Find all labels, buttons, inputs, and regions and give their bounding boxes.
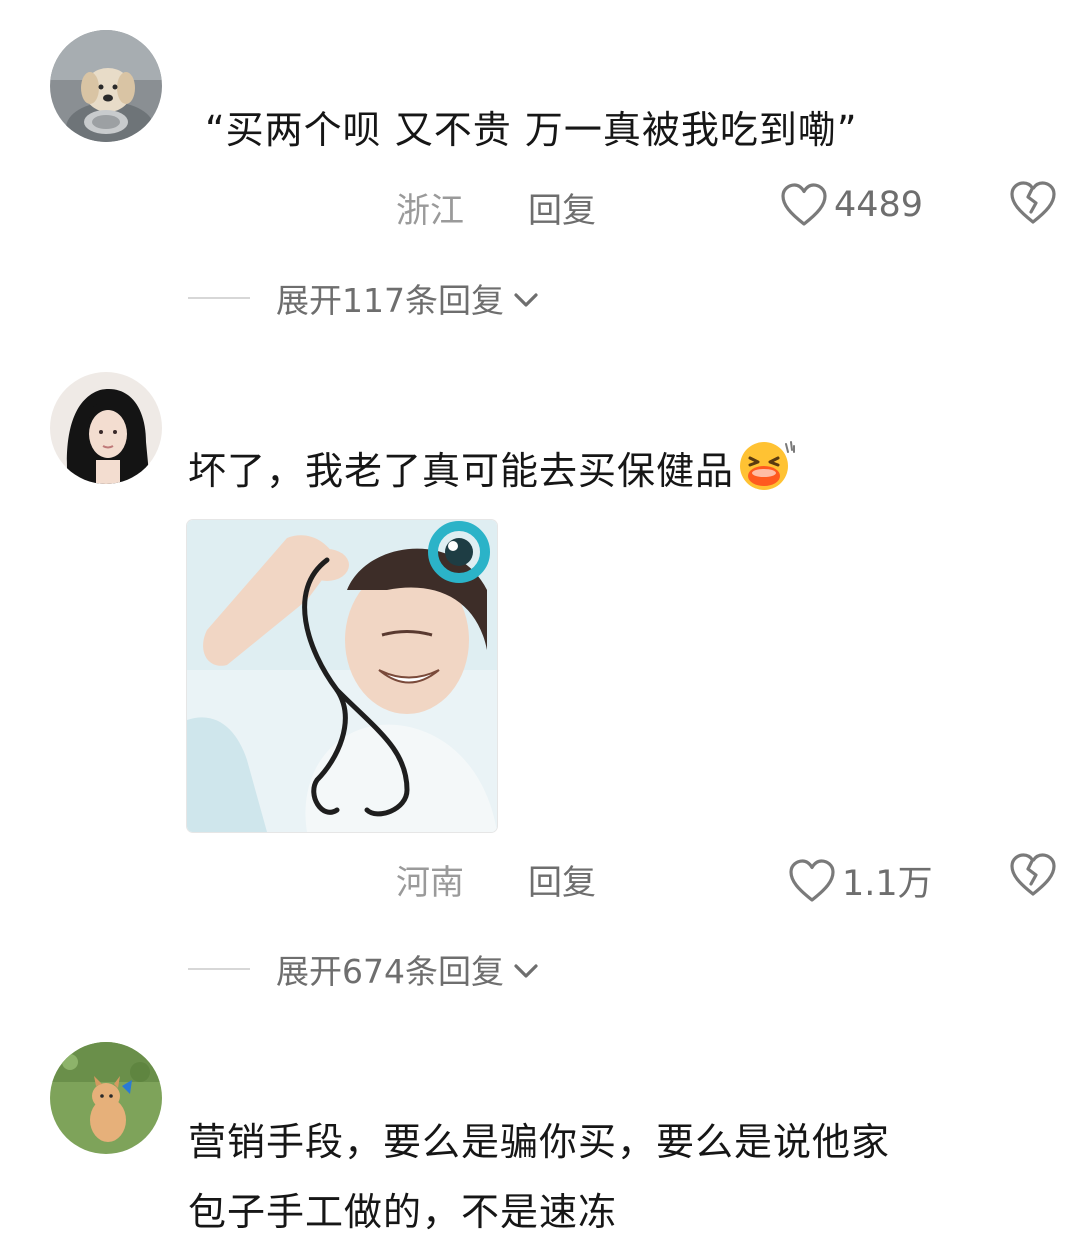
reply-button[interactable]: 回复: [528, 183, 596, 232]
broken-heart-icon: [1008, 181, 1058, 225]
like-button[interactable]: 4489: [780, 183, 923, 227]
expand-replies-label: 展开117条回复: [276, 281, 504, 320]
like-count: 1.1万: [842, 864, 933, 904]
sticker-image[interactable]: [187, 520, 497, 832]
heart-outline-icon: [788, 858, 836, 903]
divider-line: [188, 297, 250, 299]
location-label: 河南: [396, 863, 464, 903]
like-count: 4489: [834, 185, 924, 225]
comment-text-line: 营销手段，要么是骗你买，要么是说他家: [188, 1120, 891, 1164]
comment-text-content: 坏了，我老了真可能去买保健品: [188, 449, 735, 493]
expand-replies-label: 展开674条回复: [276, 952, 504, 991]
avatar[interactable]: [50, 30, 162, 142]
comment-text-line: 包子手工做的，不是速冻: [188, 1190, 618, 1234]
expand-replies[interactable]: 展开117条回复: [188, 274, 540, 322]
comment-text: “买两个呗 又不贵 万一真被我吃到嘞”: [205, 108, 858, 152]
dislike-button[interactable]: [1008, 853, 1058, 897]
avatar[interactable]: [50, 1042, 162, 1154]
expand-replies[interactable]: 展开674条回复: [188, 945, 540, 993]
heart-outline-icon: [780, 183, 828, 227]
location-label: 浙江: [396, 191, 464, 231]
divider-line: [188, 968, 250, 970]
laughing-cry-emoji: [736, 438, 796, 513]
dislike-button[interactable]: [1008, 181, 1058, 225]
avatar[interactable]: [50, 372, 162, 484]
like-button[interactable]: 1.1万: [788, 855, 933, 906]
broken-heart-icon: [1008, 853, 1058, 897]
chevron-down-icon: [512, 950, 540, 989]
comment-text: 坏了，我老了真可能去买保健品: [188, 437, 796, 513]
chevron-down-icon: [512, 279, 540, 318]
reply-button[interactable]: 回复: [528, 855, 596, 904]
